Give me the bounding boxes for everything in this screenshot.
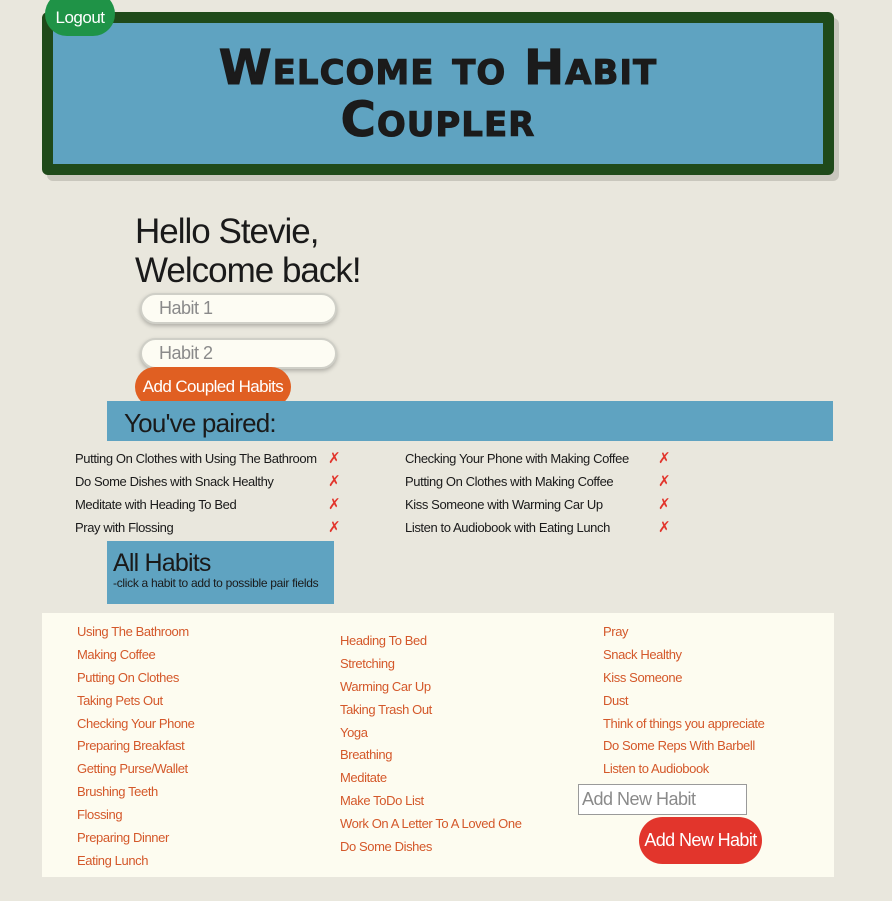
paired-list-left: Putting On Clothes with Using The Bathro… (75, 447, 341, 539)
paired-item-label: Putting On Clothes with Making Coffee (405, 474, 614, 489)
remove-pair-icon[interactable]: ✗ (328, 470, 341, 493)
page-title: Welcome to Habit Coupler (218, 39, 658, 148)
paired-item: Listen to Audiobook with Eating Lunch ✗ (405, 516, 671, 539)
habit-link[interactable]: Preparing Dinner (77, 826, 194, 849)
habit-2-input[interactable]: Habit 2 (140, 338, 337, 369)
habit-link[interactable]: Heading To Bed (340, 629, 522, 652)
paired-item: Putting On Clothes with Using The Bathro… (75, 447, 341, 470)
habit-list-col-3: Pray Snack Healthy Kiss Someone Dust Thi… (603, 620, 765, 780)
habit-link[interactable]: Do Some Reps With Barbell (603, 734, 764, 757)
habit-link[interactable]: Snack Healthy (603, 643, 764, 666)
paired-item-label: Kiss Someone with Warming Car Up (405, 497, 603, 512)
paired-item-label: Pray with Flossing (75, 520, 174, 535)
habit-link[interactable]: Using The Bathroom (77, 620, 194, 643)
paired-item-label: Putting On Clothes with Using The Bathro… (75, 451, 317, 466)
paired-item: Kiss Someone with Warming Car Up ✗ (405, 493, 671, 516)
remove-pair-icon[interactable]: ✗ (658, 470, 671, 493)
paired-item-label: Meditate with Heading To Bed (75, 497, 237, 512)
habit-link[interactable]: Breathing (340, 743, 522, 766)
habit-link[interactable]: Dust (603, 689, 764, 712)
habit-link[interactable]: Getting Purse/Wallet (77, 757, 194, 780)
paired-item: Checking Your Phone with Making Coffee ✗ (405, 447, 671, 470)
habit-link[interactable]: Making Coffee (77, 643, 194, 666)
header-banner-inner: Welcome to Habit Coupler (53, 23, 823, 164)
all-habits-hint: -click a habit to add to possible pair f… (113, 576, 319, 590)
logout-button[interactable]: Logout (45, 0, 115, 36)
remove-pair-icon[interactable]: ✗ (328, 516, 341, 539)
paired-list-right: Checking Your Phone with Making Coffee ✗ … (405, 447, 671, 539)
habit-list-col-2: Heading To Bed Stretching Warming Car Up… (340, 629, 522, 858)
greeting-hello: Hello Stevie, (135, 212, 319, 251)
habit-link[interactable]: Yoga (340, 721, 522, 744)
remove-pair-icon[interactable]: ✗ (658, 493, 671, 516)
add-new-habit-button[interactable]: Add New Habit (639, 817, 762, 864)
habit-link[interactable]: Preparing Breakfast (77, 734, 194, 757)
habit-link[interactable]: Pray (603, 620, 764, 643)
remove-pair-icon[interactable]: ✗ (328, 493, 341, 516)
habit-link[interactable]: Make ToDo List (340, 789, 522, 812)
all-habits-header: All Habits -click a habit to add to poss… (107, 541, 334, 604)
habit-link[interactable]: Eating Lunch (77, 849, 194, 872)
paired-item-label: Checking Your Phone with Making Coffee (405, 451, 629, 466)
habit-link[interactable]: Do Some Dishes (340, 835, 522, 858)
paired-heading: You've paired: (107, 401, 833, 441)
remove-pair-icon[interactable]: ✗ (658, 447, 671, 470)
paired-item: Putting On Clothes with Making Coffee ✗ (405, 470, 671, 493)
habit-link[interactable]: Stretching (340, 652, 522, 675)
header-banner: Welcome to Habit Coupler (42, 12, 834, 175)
habits-panel: Using The Bathroom Making Coffee Putting… (42, 613, 834, 877)
habit-link[interactable]: Putting On Clothes (77, 666, 194, 689)
paired-item: Do Some Dishes with Snack Healthy ✗ (75, 470, 341, 493)
habit-link[interactable]: Warming Car Up (340, 675, 522, 698)
habit-link[interactable]: Listen to Audiobook (603, 757, 764, 780)
paired-item: Meditate with Heading To Bed ✗ (75, 493, 341, 516)
habit-1-input[interactable]: Habit 1 (140, 293, 337, 324)
habit-link[interactable]: Work On A Letter To A Loved One (340, 812, 522, 835)
paired-item-label: Listen to Audiobook with Eating Lunch (405, 520, 610, 535)
habit-link[interactable]: Taking Trash Out (340, 698, 522, 721)
greeting: Hello Stevie, Welcome back! (135, 212, 435, 290)
new-habit-input[interactable]: Add New Habit (578, 784, 747, 815)
habit-link[interactable]: Checking Your Phone (77, 712, 195, 735)
remove-pair-icon[interactable]: ✗ (658, 516, 671, 539)
all-habits-heading: All Habits (113, 549, 211, 577)
habit-list-col-1: Using The Bathroom Making Coffee Putting… (77, 620, 195, 872)
habit-link[interactable]: Flossing (77, 803, 194, 826)
habit-link[interactable]: Brushing Teeth (77, 780, 194, 803)
paired-item: Pray with Flossing ✗ (75, 516, 341, 539)
paired-item-label: Do Some Dishes with Snack Healthy (75, 474, 274, 489)
remove-pair-icon[interactable]: ✗ (328, 447, 341, 470)
habit-link[interactable]: Meditate (340, 766, 522, 789)
habit-link[interactable]: Kiss Someone (603, 666, 764, 689)
habit-link[interactable]: Taking Pets Out (77, 689, 194, 712)
greeting-welcome: Welcome back! (135, 251, 362, 290)
habit-link[interactable]: Think of things you appreciate (603, 712, 765, 735)
